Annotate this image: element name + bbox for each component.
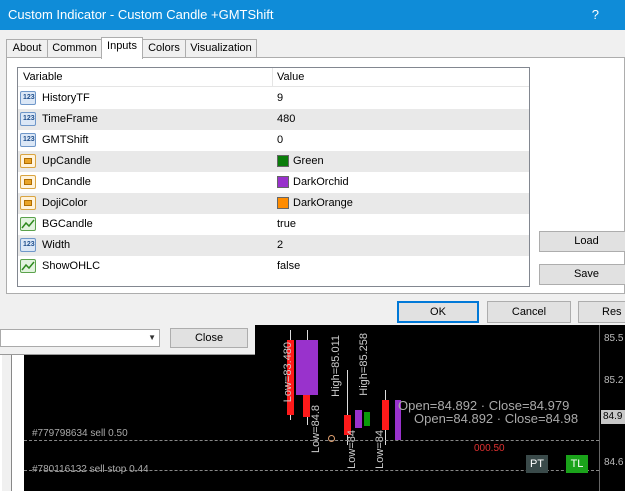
variable-name: TimeFrame [42,113,98,125]
variable-name: UpCandle [42,155,91,167]
candle-high-label: High=85.011 [330,335,342,397]
variable-value[interactable]: Green [293,151,324,172]
color-icon [20,154,36,168]
ok-button[interactable]: OK [397,301,479,323]
candle-body [382,400,389,430]
candle-body [364,412,370,426]
variable-value[interactable]: 9 [277,88,283,109]
candle-low-label: Low=83.480 [282,342,294,403]
color-swatch [277,176,289,188]
variable-name: DojiColor [42,197,88,209]
variable-name: ShowOHLC [42,260,101,272]
variable-name: HistoryTF [42,92,90,104]
integer-icon: 123 [20,112,36,126]
boolean-icon [20,259,36,273]
order-value: 000.50 [474,443,505,454]
variable-value[interactable]: true [277,214,296,235]
load-button[interactable]: Load [539,231,625,252]
tab-inputs[interactable]: Inputs [101,37,143,59]
color-swatch [277,155,289,167]
tab-about[interactable]: About [6,39,48,58]
close-button[interactable]: Close [170,328,248,348]
color-icon [20,196,36,210]
column-header-variable[interactable]: Variable [18,68,273,87]
variable-value[interactable]: DarkOrchid [293,172,349,193]
table-row[interactable]: DnCandle DarkOrchid [18,172,529,193]
table-row[interactable]: 123 TimeFrame 480 [18,109,529,130]
price-label: 85.2 [604,375,624,386]
inputs-panel: Variable Value 123 HistoryTF 9 123 TimeF… [6,57,625,294]
current-price-label: 84.9 [601,410,625,424]
price-label: 84.6 [604,457,624,468]
chevron-down-icon: ▼ [148,333,156,342]
table-row[interactable]: DojiColor DarkOrange [18,193,529,214]
candle-high-label: High=85.258 [358,333,370,396]
table-row[interactable]: 123 Width 2 [18,235,529,256]
tab-colors[interactable]: Colors [142,39,186,58]
candle-body [303,395,310,417]
window-title: Custom Indicator - Custom Candle +GMTShi… [8,7,274,22]
order-line[interactable] [24,440,599,441]
candle-low-label: Low=84.8 [310,405,322,454]
tab-common[interactable]: Common [47,39,102,58]
table-row[interactable]: ShowOHLC false [18,256,529,277]
variable-name: GMTShift [42,134,89,146]
tab-visualization[interactable]: Visualization [185,39,257,58]
symbol-dropdown[interactable]: ▼ [0,329,160,347]
table-row[interactable]: UpCandle Green [18,151,529,172]
variable-value[interactable]: 2 [277,235,283,256]
color-swatch [277,197,289,209]
candle-body [355,410,362,428]
cancel-button[interactable]: Cancel [487,301,571,323]
integer-icon: 123 [20,91,36,105]
terminal-toolbar: ▼ Close [0,325,255,355]
ohlc-label: Open=84.892 · Close=84.98 [414,411,579,426]
help-icon[interactable]: ? [592,0,599,30]
variable-value[interactable]: false [277,256,300,277]
reset-button[interactable]: Res [578,301,625,323]
left-panel-edge [0,355,24,491]
integer-icon: 123 [20,238,36,252]
candle-low-label: Low=84 [346,430,358,469]
variable-name: BGCandle [42,218,93,230]
variable-name: DnCandle [42,176,91,188]
table-header: Variable Value [18,68,529,87]
table-row[interactable]: BGCandle true [18,214,529,235]
candle-body [296,340,318,395]
variable-value[interactable]: 480 [277,109,295,130]
inputs-table: Variable Value 123 HistoryTF 9 123 TimeF… [17,67,530,287]
table-row[interactable]: 123 HistoryTF 9 [18,88,529,109]
circle-icon [328,435,335,442]
scrollbar[interactable] [2,355,12,491]
indicator-dialog: Custom Indicator - Custom Candle +GMTShi… [0,0,625,325]
tl-badge[interactable]: TL [566,455,588,473]
save-button[interactable]: Save [539,264,625,285]
column-header-value[interactable]: Value [273,68,529,87]
price-label: 85.5 [604,333,624,344]
variable-value[interactable]: 0 [277,130,283,151]
title-bar: Custom Indicator - Custom Candle +GMTShi… [0,0,625,30]
integer-icon: 123 [20,133,36,147]
order-label: #780116132 sell stop 0.44 [32,464,149,475]
color-icon [20,175,36,189]
boolean-icon [20,217,36,231]
candle-low-label: Low=84 [374,430,386,469]
table-row[interactable]: 123 GMTShift 0 [18,130,529,151]
variable-value[interactable]: DarkOrange [293,193,353,214]
pt-badge[interactable]: PT [526,455,548,473]
variable-name: Width [42,239,71,251]
order-label: #779798634 sell 0.50 [32,428,128,439]
